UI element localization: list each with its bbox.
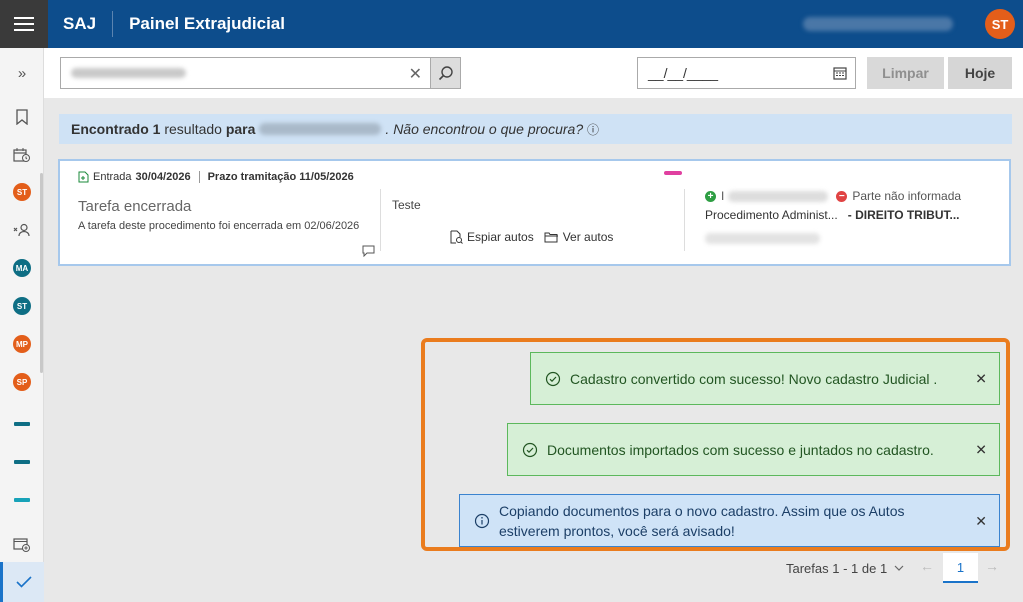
info-icon[interactable]: ⓘ	[587, 121, 599, 138]
procedure-number-redacted	[705, 233, 820, 244]
clear-button[interactable]: Limpar	[867, 57, 944, 89]
search-icon	[438, 66, 453, 81]
avatar: ST	[13, 183, 31, 201]
procedure-type: Procedimento Administ...	[705, 208, 838, 222]
minus-circle-icon: −	[836, 190, 848, 202]
sidebar-avatar-3[interactable]: MP	[0, 331, 44, 357]
card-header: Entrada 30/04/2026 Prazo tramitação 11/0…	[78, 171, 354, 183]
tag-marker	[664, 171, 682, 175]
avatar: SP	[13, 373, 31, 391]
sidebar-bar-2[interactable]	[0, 487, 44, 513]
toast-line-1: Copiando documentos para o novo cadastro…	[499, 502, 905, 519]
info-circle-icon	[474, 513, 490, 528]
page-title: Painel Extrajudicial	[129, 14, 285, 33]
today-button[interactable]: Hoje	[948, 57, 1012, 89]
party-missing: Parte não informada	[852, 189, 962, 203]
brand-logo[interactable]: SAJ	[63, 11, 114, 37]
view-autos-label: Ver autos	[562, 230, 614, 244]
card-actions: Espiar autos Ver autos	[450, 230, 613, 244]
avatar: MP	[13, 335, 31, 353]
double-chevron-icon: »	[17, 64, 27, 82]
user-name-redacted	[803, 17, 953, 31]
sidebar-avatar-0[interactable]: ST	[0, 179, 44, 205]
sidebar-bar-0[interactable]	[0, 411, 44, 437]
clear-search-icon[interactable]: ✕	[409, 64, 422, 84]
sidebar: » ST MA ST MP SP	[0, 48, 44, 602]
plus-circle-icon: +	[705, 190, 716, 202]
sidebar-avatar-1[interactable]: MA	[0, 255, 44, 281]
result-banner: Encontrado 1 resultado para . Não encont…	[59, 114, 1012, 144]
calendar-clock-icon[interactable]	[0, 142, 44, 168]
sidebar-avatar-4[interactable]: SP	[0, 369, 44, 395]
expand-sidebar-button[interactable]: »	[0, 60, 44, 86]
search-button[interactable]	[431, 57, 461, 89]
view-autos-link[interactable]: Ver autos	[544, 230, 614, 244]
for-word: para	[225, 121, 256, 137]
sidebar-bar-1[interactable]	[0, 449, 44, 475]
result-word: resultado	[164, 121, 222, 137]
document-entry-icon	[78, 171, 89, 183]
deadline: Prazo tramitação 11/05/2026	[207, 171, 354, 183]
toast-message: Documentos importados com sucesso e junt…	[547, 441, 934, 458]
close-icon[interactable]: ✕	[975, 370, 987, 387]
pagination-label: Tarefas 1 - 1 de 1	[786, 561, 888, 576]
page-1-button[interactable]: 1	[943, 553, 978, 583]
party-prefix: I	[721, 189, 725, 203]
not-found-link[interactable]: . Não encontrou o que procura?	[385, 121, 583, 137]
previous-page-arrow-icon[interactable]: ←	[920, 558, 938, 578]
toast-success-imported: Documentos importados com sucesso e junt…	[507, 423, 1000, 476]
avatar: ST	[13, 297, 31, 315]
check-circle-icon	[522, 442, 538, 457]
toast-line-2: estiverem prontos, você será avisado!	[499, 522, 735, 539]
task-note: Teste	[392, 198, 421, 212]
task-card[interactable]: Entrada 30/04/2026 Prazo tramitação 11/0…	[58, 159, 1011, 266]
procedure-subject: - DIREITO TRIBUT...	[844, 208, 960, 222]
party-name-redacted	[728, 190, 829, 202]
entry-label: Entrada	[93, 171, 132, 183]
procedure-info: Procedimento Administ... - DIREITO TRIBU…	[705, 208, 960, 222]
toast-message: Cadastro convertido com sucesso! Novo ca…	[570, 370, 938, 387]
close-icon[interactable]: ✕	[975, 511, 987, 531]
peek-autos-label: Espiar autos	[467, 230, 534, 244]
check-circle-icon	[545, 371, 561, 386]
toast-success-converted: Cadastro convertido com sucesso! Novo ca…	[530, 352, 1000, 405]
sidebar-scrollbar[interactable]	[40, 173, 43, 373]
sidebar-avatar-2[interactable]: ST	[0, 293, 44, 319]
menu-icon[interactable]	[0, 0, 48, 48]
search-value-redacted	[71, 68, 186, 78]
tasks-check-icon[interactable]	[0, 562, 44, 602]
peek-document-icon	[450, 230, 463, 244]
peek-autos-link[interactable]: Espiar autos	[450, 230, 534, 244]
search-input[interactable]: ✕	[60, 57, 431, 89]
result-count: Encontrado 1	[71, 121, 161, 137]
date-field[interactable]: __/__/____	[637, 57, 856, 89]
avatar: MA	[13, 259, 31, 277]
search-term-redacted	[259, 123, 382, 135]
entry-date: 30/04/2026	[135, 171, 191, 183]
next-page-arrow-icon[interactable]: →	[985, 558, 1003, 578]
toast-info-copying: Copiando documentos para o novo cadastro…	[459, 494, 1000, 547]
chevron-down-icon[interactable]	[893, 562, 905, 574]
card-parties: + I − Parte não informada	[705, 189, 961, 203]
bookmark-icon[interactable]	[0, 104, 44, 130]
remove-user-icon[interactable]	[0, 217, 44, 243]
folder-icon	[544, 232, 558, 243]
comment-icon[interactable]	[362, 245, 375, 257]
close-icon[interactable]: ✕	[975, 441, 987, 458]
toast-message: Copiando documentos para o novo cadastro…	[499, 501, 904, 541]
task-description: A tarefa deste procedimento foi encerrad…	[78, 220, 360, 232]
date-value: __/__/____	[648, 65, 719, 81]
add-window-icon[interactable]	[0, 532, 44, 558]
task-status: Tarefa encerrada	[78, 198, 192, 215]
search-toolbar: ✕ __/__/____ Limpar Hoje	[44, 48, 1023, 98]
calendar-icon[interactable]	[833, 66, 847, 80]
user-avatar[interactable]: ST	[985, 9, 1015, 39]
top-bar: SAJ Painel Extrajudicial ST	[0, 0, 1023, 48]
